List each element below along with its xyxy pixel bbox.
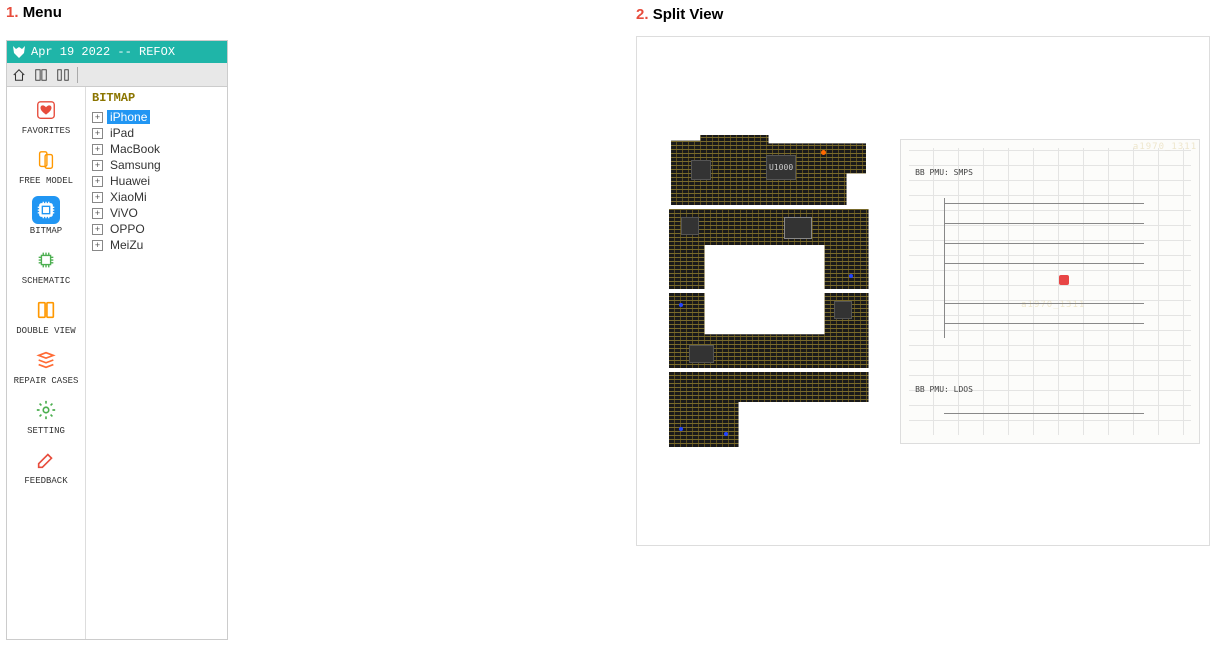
pcb-board-2 (669, 209, 869, 289)
cpu-icon (32, 246, 60, 274)
sidebar-label: FEEDBACK (24, 476, 67, 486)
section-label-menu: 1. Menu (6, 4, 62, 21)
pcb-stack: U1000 (669, 135, 869, 447)
expand-icon[interactable]: + (92, 128, 103, 139)
chip-icon (32, 196, 60, 224)
sidebar-label: SETTING (27, 426, 65, 436)
expand-icon[interactable]: + (92, 112, 103, 123)
tree-label: ViVO (107, 206, 141, 220)
tree-item-meizu[interactable]: + MeiZu (92, 237, 221, 253)
chip-label: U1000 (769, 163, 793, 172)
panel-icon[interactable] (33, 67, 49, 83)
sidebar-item-feedback[interactable]: FEEDBACK (7, 442, 85, 492)
schematic-view[interactable]: a1970_1311 a1970_1311 BB PMU: SMPS BB PM… (900, 67, 1209, 515)
tree-item-ipad[interactable]: + iPad (92, 125, 221, 141)
titlebar-text: Apr 19 2022 -- REFOX (31, 45, 175, 59)
expand-icon[interactable]: + (92, 176, 103, 187)
sidebar-label: FREE MODEL (19, 176, 73, 186)
sidebar-item-setting[interactable]: SETTING (7, 392, 85, 442)
tree-label: XiaoMi (107, 190, 150, 204)
pcb-board-3 (669, 293, 869, 368)
main-area: FAVORITES FREE MODEL BITMAP SCHEMATIC DOUBLE… (7, 87, 227, 639)
section-num-2: 2. (636, 6, 649, 23)
section-num-1: 1. (6, 4, 19, 21)
pcb-view[interactable]: U1000 (637, 67, 900, 515)
titlebar: Apr 19 2022 -- REFOX (7, 41, 227, 63)
sidebar-item-bitmap[interactable]: BITMAP (7, 192, 85, 242)
phones-icon (32, 146, 60, 174)
section-text-menu: Menu (23, 4, 62, 21)
sidebar-label: SCHEMATIC (22, 276, 71, 286)
pcb-board-4 (669, 372, 869, 447)
tree-header: BITMAP (92, 91, 221, 105)
sidebar-label: BITMAP (30, 226, 62, 236)
tree-item-oppo[interactable]: + OPPO (92, 221, 221, 237)
pcb-board-1: U1000 (671, 135, 866, 205)
tree-label: Samsung (107, 158, 164, 172)
sidebar-item-double-view[interactable]: DOUBLE VIEW (7, 292, 85, 342)
home-icon[interactable] (11, 67, 27, 83)
tree-panel: BITMAP + iPhone + iPad + MacBook + Samsung + Huaw… (85, 87, 227, 639)
tree-item-macbook[interactable]: + MacBook (92, 141, 221, 157)
sidebar-item-schematic[interactable]: SCHEMATIC (7, 242, 85, 292)
fox-logo-icon (11, 44, 27, 60)
sidebar-item-free-model[interactable]: FREE MODEL (7, 142, 85, 192)
columns-icon[interactable] (55, 67, 71, 83)
tree-label: OPPO (107, 222, 148, 236)
sidebar: FAVORITES FREE MODEL BITMAP SCHEMATIC DOUBLE… (7, 87, 85, 639)
sidebar-label: FAVORITES (22, 126, 71, 136)
expand-icon[interactable]: + (92, 192, 103, 203)
section-label-split: 2. Split View (636, 6, 723, 23)
tree-label: MacBook (107, 142, 163, 156)
columns-icon (32, 296, 60, 324)
heart-icon (32, 96, 60, 124)
tree-label: iPhone (107, 110, 150, 124)
schematic-diagram: a1970_1311 a1970_1311 BB PMU: SMPS BB PM… (900, 139, 1200, 444)
sidebar-label: REPAIR CASES (14, 376, 79, 386)
expand-icon[interactable]: + (92, 224, 103, 235)
split-view-panel: U1000 a1970_ (636, 36, 1210, 546)
sidebar-item-repair-cases[interactable]: REPAIR CASES (7, 342, 85, 392)
section-text-split: Split View (653, 6, 724, 23)
sidebar-item-favorites[interactable]: FAVORITES (7, 92, 85, 142)
expand-icon[interactable]: + (92, 240, 103, 251)
tree-item-samsung[interactable]: + Samsung (92, 157, 221, 173)
expand-icon[interactable]: + (92, 160, 103, 171)
tree-label: MeiZu (107, 238, 146, 252)
gear-icon (32, 396, 60, 424)
pencil-icon (32, 446, 60, 474)
tree-item-xiaomi[interactable]: + XiaoMi (92, 189, 221, 205)
tree-item-vivo[interactable]: + ViVO (92, 205, 221, 221)
sidebar-label: DOUBLE VIEW (16, 326, 75, 336)
tree-label: iPad (107, 126, 137, 140)
layers-icon (32, 346, 60, 374)
menu-panel: Apr 19 2022 -- REFOX FAVORITES FREE MODEL… (6, 40, 228, 640)
tree-item-huawei[interactable]: + Huawei (92, 173, 221, 189)
tree-label: Huawei (107, 174, 153, 188)
expand-icon[interactable]: + (92, 208, 103, 219)
tree-item-iphone[interactable]: + iPhone (92, 109, 221, 125)
expand-icon[interactable]: + (92, 144, 103, 155)
toolbar-separator (77, 67, 78, 83)
toolbar (7, 63, 227, 87)
